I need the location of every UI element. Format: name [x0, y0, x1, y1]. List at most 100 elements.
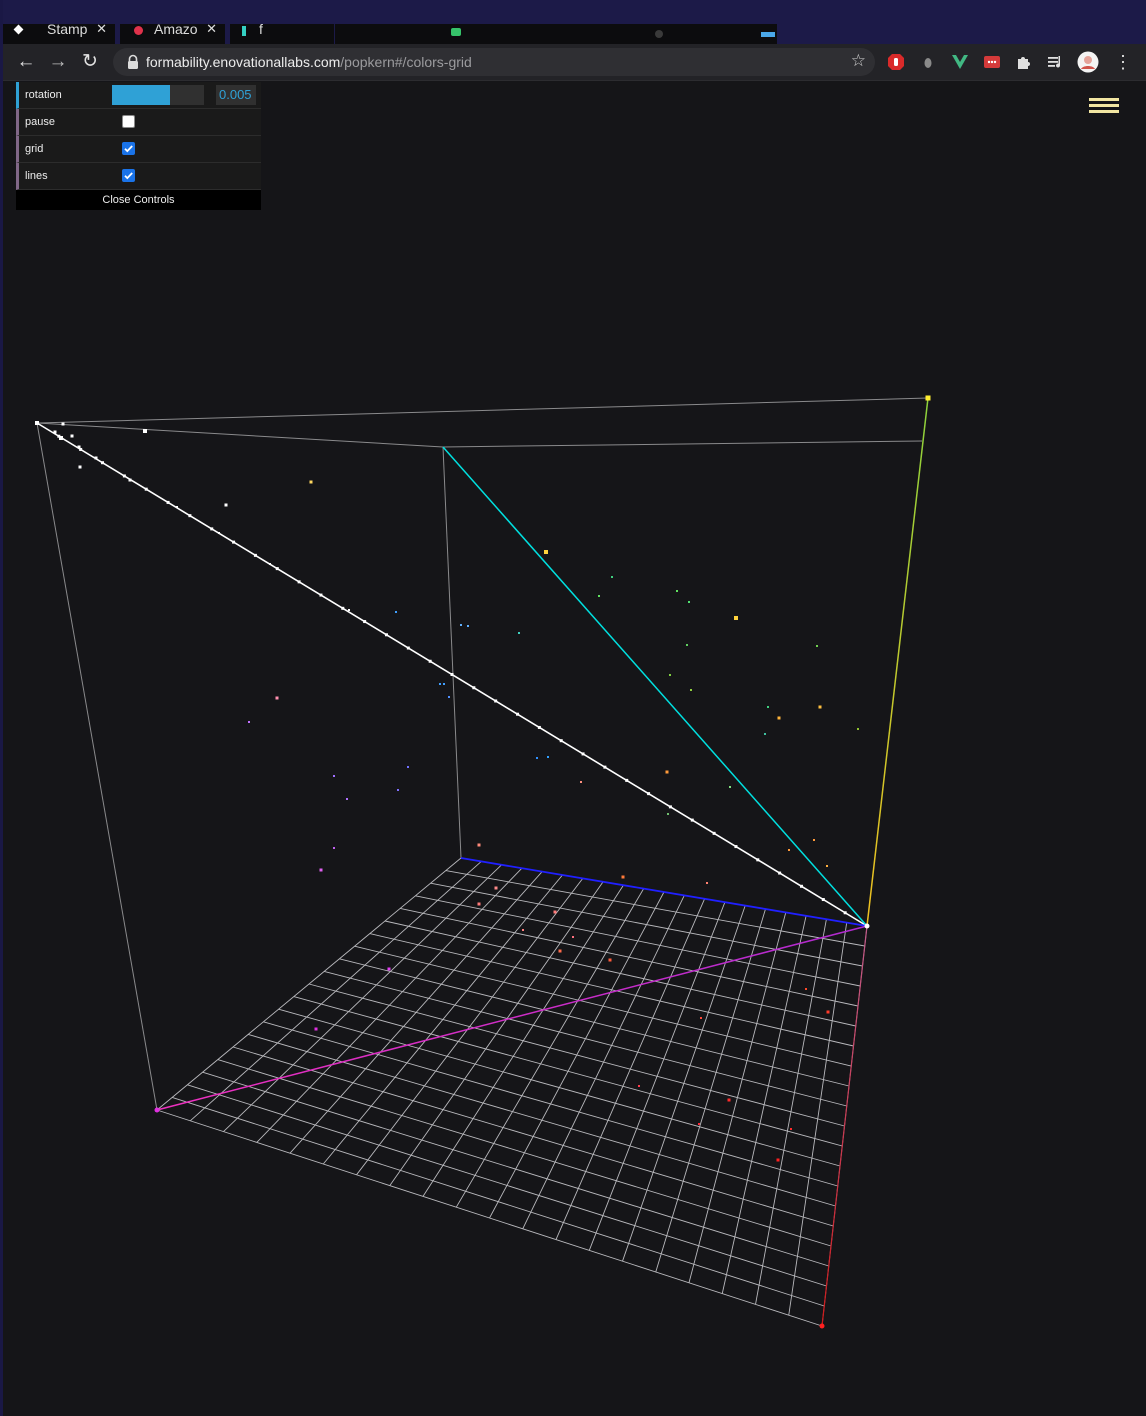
checkmark-icon [124, 172, 133, 180]
gray-point [253, 553, 257, 557]
gray-point [319, 593, 323, 597]
hamburger-menu-icon[interactable] [1089, 98, 1119, 114]
color-point [346, 798, 348, 800]
color-point [522, 929, 524, 931]
gray-point [79, 447, 83, 451]
color-point [309, 480, 313, 484]
rotation-slider-fill [112, 85, 170, 105]
color-point [790, 1128, 792, 1130]
color-point [788, 849, 790, 851]
gray-point [428, 659, 432, 663]
color-point [767, 706, 769, 708]
cube-edge [36, 397, 929, 424]
color-point [667, 813, 669, 815]
color-point [53, 430, 57, 434]
color-point [439, 683, 441, 685]
gray-point [450, 673, 454, 676]
color-point [224, 503, 228, 507]
rotation-slider[interactable] [112, 85, 204, 105]
corner-point [819, 1323, 825, 1329]
color-point [547, 756, 549, 758]
cube-edge [442, 446, 462, 859]
color-point [688, 601, 690, 603]
cyan-axis-line [442, 446, 868, 927]
floor-grid [156, 857, 868, 1327]
grid-checkbox[interactable] [122, 142, 135, 155]
color-point [598, 595, 600, 597]
color-point [818, 705, 822, 709]
color-point [665, 770, 669, 774]
color-point [397, 789, 399, 791]
control-rotation: rotation 0.005 [16, 82, 261, 109]
control-label: lines [25, 170, 48, 182]
color-point [805, 988, 807, 990]
gray-point [494, 699, 498, 703]
gray-point [647, 792, 651, 796]
gray-point [734, 845, 738, 849]
gray-point [363, 620, 367, 624]
color-point [443, 683, 445, 685]
gray-point [843, 911, 847, 915]
control-label: grid [25, 143, 44, 155]
color-point [94, 456, 98, 460]
color-point [608, 958, 612, 962]
lines-checkbox[interactable] [122, 169, 135, 182]
grid-line [187, 1084, 827, 1287]
color-point [35, 421, 39, 425]
control-lines: lines [16, 163, 261, 190]
color-point [467, 625, 469, 627]
cube-edge [36, 422, 444, 448]
gray-point [472, 686, 476, 690]
corner-point [864, 923, 870, 929]
rotation-input[interactable]: 0.005 [216, 85, 256, 105]
color-point [698, 1123, 700, 1125]
color-point [176, 506, 178, 508]
grid-line [721, 915, 807, 1294]
color-point [813, 839, 815, 841]
color-point [558, 949, 562, 953]
red-edge [821, 925, 868, 1327]
3d-color-cube-canvas[interactable] [3, 0, 1146, 1416]
gray-point [144, 487, 148, 491]
color-point [580, 781, 582, 783]
gray-point [297, 580, 301, 584]
gray-point [778, 871, 782, 875]
gray-point [799, 884, 803, 888]
gray-point [166, 500, 170, 504]
color-point [638, 1085, 640, 1087]
color-point [78, 465, 82, 469]
color-point [776, 1158, 780, 1162]
color-point [477, 902, 481, 906]
color-point [621, 875, 625, 879]
control-label: pause [25, 116, 55, 128]
color-point [477, 843, 481, 847]
color-point [387, 967, 391, 971]
control-label: rotation [25, 89, 62, 101]
browser-window: Stamp ✕ Amazo ✕ f ← → ↻ formability.enov… [3, 0, 1146, 1416]
close-controls-button[interactable]: Close Controls [16, 190, 261, 210]
color-point [826, 1010, 830, 1014]
color-axes [36, 397, 929, 1111]
color-point [143, 429, 147, 433]
color-point [734, 616, 738, 620]
gray-point [406, 646, 410, 650]
color-point [348, 609, 350, 611]
color-point [333, 847, 335, 849]
gray-point [101, 461, 105, 465]
pause-checkbox[interactable] [122, 115, 135, 128]
color-point [128, 478, 132, 482]
control-grid: grid [16, 136, 261, 163]
gray-point [603, 765, 607, 769]
gray-point [821, 898, 825, 902]
yellow-green-axis-line [866, 397, 929, 927]
color-point [269, 563, 271, 565]
gray-point [668, 805, 672, 809]
gray-point [712, 831, 716, 835]
color-point [518, 632, 520, 634]
color-point [669, 674, 671, 676]
control-pause: pause [16, 109, 261, 136]
color-point [61, 422, 65, 426]
color-point [690, 689, 692, 691]
color-point [407, 766, 409, 768]
cube-edge [442, 440, 923, 448]
